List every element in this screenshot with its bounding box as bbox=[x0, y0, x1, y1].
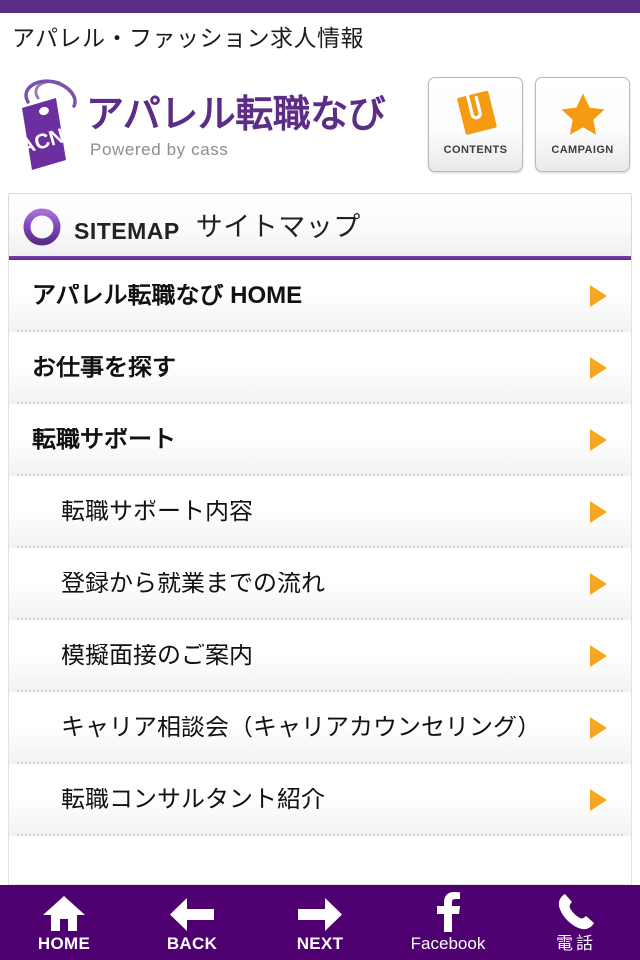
chevron-right-icon bbox=[590, 285, 607, 307]
header-panel-gap bbox=[0, 185, 640, 193]
chevron-right-icon bbox=[590, 717, 607, 739]
phone-icon bbox=[556, 893, 596, 932]
sitemap-title-en: Sitemap bbox=[74, 208, 180, 246]
sitemap-row[interactable]: 転職サポート内容 bbox=[9, 476, 631, 548]
contents-button-label: Contents bbox=[443, 139, 508, 157]
sitemap-title-ja: サイトマップ bbox=[195, 211, 361, 242]
sitemap-row[interactable]: アパレル転職なび HOME bbox=[9, 260, 631, 332]
chevron-right-icon bbox=[590, 501, 607, 523]
nav-item-facebook[interactable]: Facebook bbox=[384, 885, 512, 960]
chevron-right-icon bbox=[590, 573, 607, 595]
sitemap-row[interactable]: キャリア相談会（キャリアカウンセリング） bbox=[9, 692, 631, 764]
sitemap-row-label: 模擬面接のご案内 bbox=[61, 644, 253, 668]
nav-item-label: BACK bbox=[166, 933, 218, 953]
brand-subtitle: Powered by cass bbox=[90, 139, 229, 159]
nav-item-label: NEXT bbox=[296, 933, 344, 953]
nav-item-label: HOME bbox=[37, 933, 91, 953]
sitemap-row[interactable]: 転職サポート bbox=[9, 404, 631, 476]
sitemap-row[interactable]: 転職コンサルタント紹介 bbox=[9, 764, 631, 836]
chevron-right-icon bbox=[590, 789, 607, 811]
campaign-button[interactable]: Campaign bbox=[535, 76, 630, 172]
nav-item-next[interactable]: NEXT bbox=[256, 885, 384, 960]
bottom-navigation-bar: HOME BACK NEXT Facebook 電話 bbox=[0, 885, 640, 960]
facebook-icon bbox=[433, 891, 463, 932]
brand-title: アパレル転職なび bbox=[86, 94, 386, 137]
top-purple-strip bbox=[0, 0, 640, 13]
sitemap-list: アパレル転職なび HOME お仕事を探す 転職サポート転職サポート内容登録から就業ま… bbox=[8, 260, 632, 871]
header-buttons: Contents Campaign bbox=[428, 76, 630, 172]
nav-item-電話[interactable]: 電話 bbox=[512, 885, 640, 960]
sitemap-row[interactable]: お仕事を探す bbox=[9, 332, 631, 404]
ring-icon bbox=[23, 208, 61, 246]
site-tagline: アパレル・ファッション求人情報 bbox=[12, 24, 365, 51]
list-bottom-spacer bbox=[8, 871, 632, 885]
nav-item-home[interactable]: HOME bbox=[0, 885, 128, 960]
notebook-icon bbox=[450, 87, 502, 139]
acn-tag-icon: ACN bbox=[8, 76, 80, 172]
sitemap-row-label: アパレル転職なび HOME bbox=[32, 284, 303, 308]
arrow-right-icon bbox=[297, 894, 343, 932]
sitemap-row-label: お仕事を探す bbox=[32, 356, 176, 380]
sitemap-row[interactable]: 模擬面接のご案内 bbox=[9, 620, 631, 692]
app-screen: アパレル・ファッション求人情報 ACN アパレル転職なび Powered by … bbox=[0, 0, 640, 960]
sitemap-row-label: 登録から就業までの流れ bbox=[61, 572, 325, 596]
nav-item-back[interactable]: BACK bbox=[128, 885, 256, 960]
tagline-bar: アパレル・ファッション求人情報 bbox=[0, 13, 640, 63]
sitemap-row-label: 転職コンサルタント紹介 bbox=[61, 788, 325, 812]
sitemap-row[interactable]: 登録から就業までの流れ bbox=[9, 548, 631, 620]
chevron-right-icon bbox=[590, 645, 607, 667]
chevron-right-icon bbox=[590, 357, 607, 379]
site-header: ACN アパレル転職なび Powered by cass Co bbox=[0, 63, 640, 185]
sitemap-row-label: 転職サポート内容 bbox=[61, 500, 253, 524]
sitemap-header: Sitemap サイトマップ bbox=[8, 193, 632, 260]
sitemap-row-label: キャリア相談会（キャリアカウンセリング） bbox=[61, 716, 541, 740]
brand-text: アパレル転職なび Powered by cass bbox=[86, 88, 386, 160]
nav-item-label: 電話 bbox=[556, 933, 596, 953]
star-icon bbox=[557, 87, 609, 139]
home-icon bbox=[42, 894, 86, 932]
brand-logo[interactable]: ACN アパレル転職なび Powered by cass bbox=[8, 76, 386, 172]
nav-item-label: Facebook bbox=[410, 933, 486, 953]
chevron-right-icon bbox=[590, 429, 607, 451]
contents-button[interactable]: Contents bbox=[428, 76, 523, 172]
campaign-button-label: Campaign bbox=[551, 139, 614, 157]
arrow-left-icon bbox=[169, 894, 215, 932]
sitemap-row-label: 転職サポート bbox=[32, 428, 176, 452]
